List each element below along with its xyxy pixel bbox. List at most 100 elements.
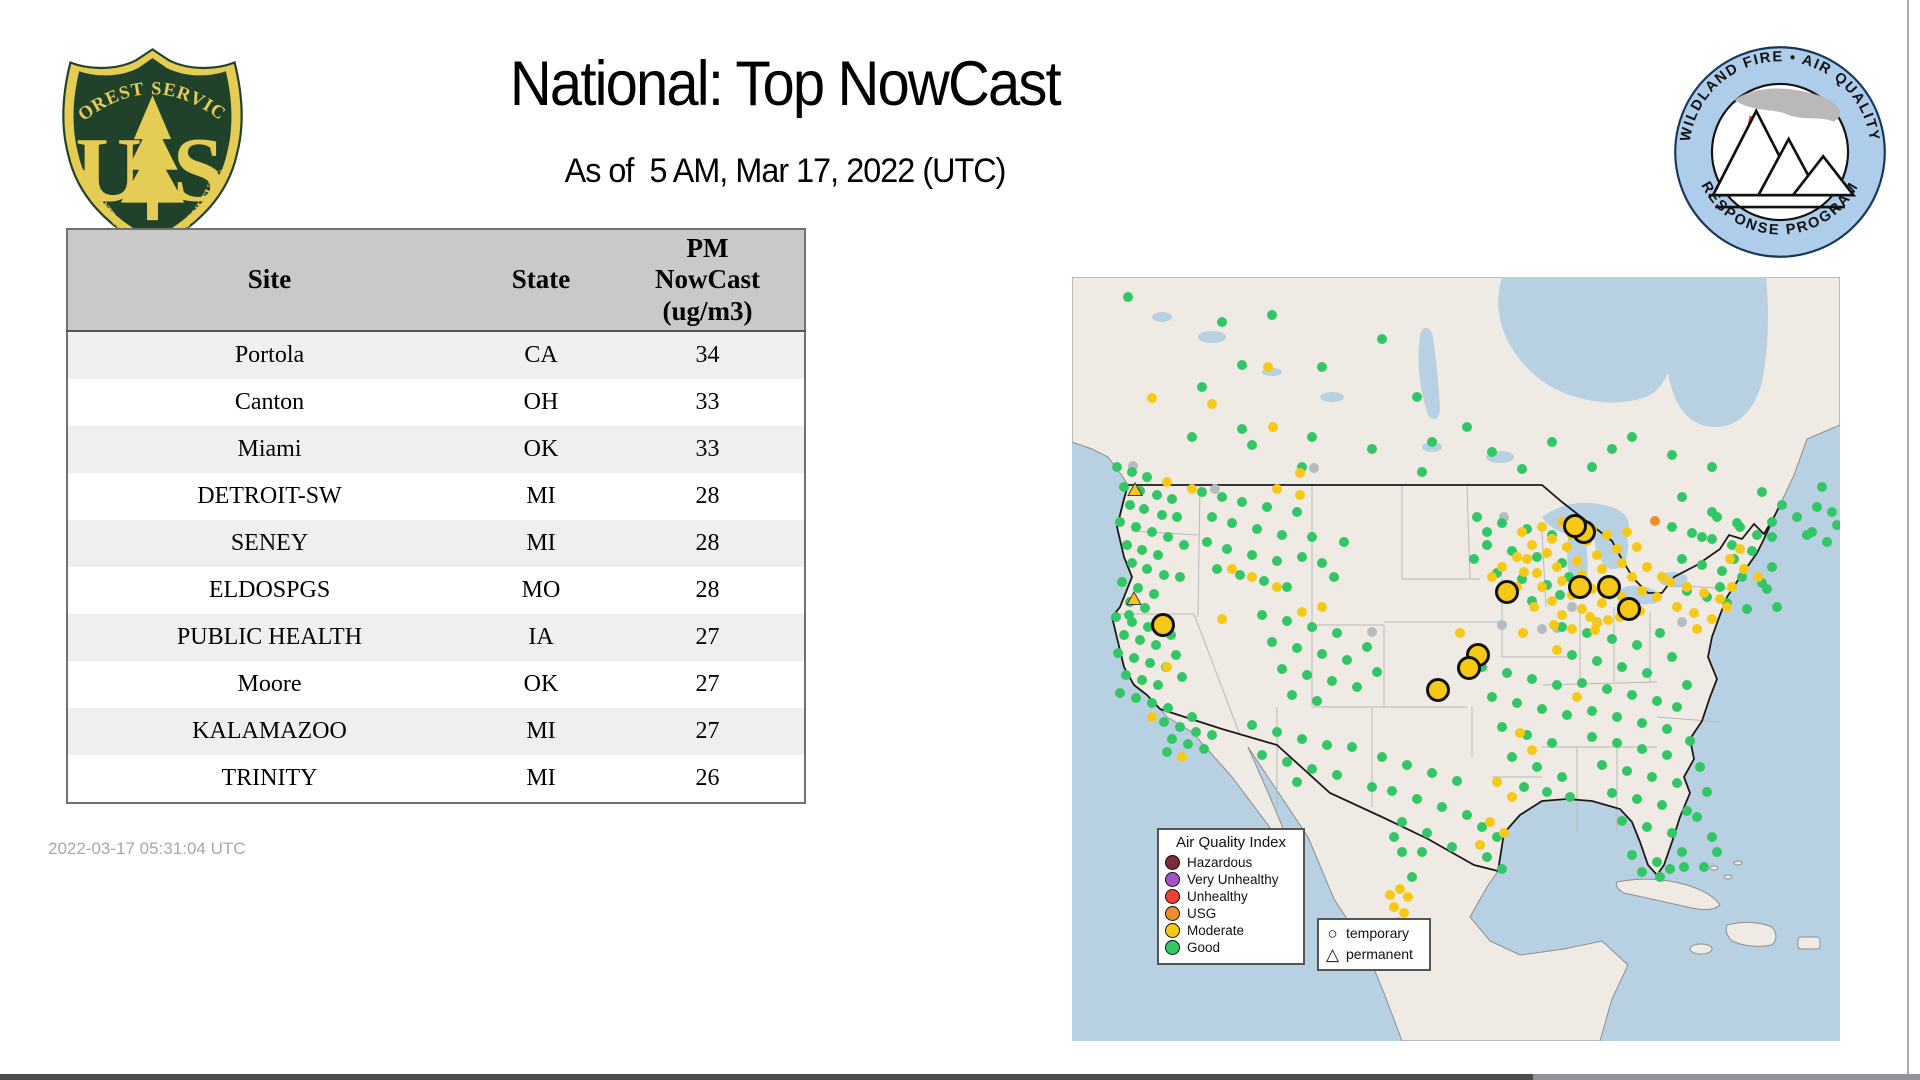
monitor-dot-moderate — [1652, 592, 1662, 602]
monitor-dot-unknown — [1677, 617, 1687, 627]
monitor-dot-moderate — [1389, 902, 1399, 912]
monitor-dot-good — [1412, 794, 1422, 804]
aqi-legend-item: Good — [1165, 940, 1297, 955]
top-nowcast-table: Site State PM NowCast (ug/m3) PortolaCA3… — [66, 228, 806, 804]
monitor-dot-moderate — [1268, 422, 1278, 432]
cell-pm-value: 34 — [611, 331, 805, 379]
cell-pm-value: 33 — [611, 426, 805, 473]
aqi-legend-title: Air Quality Index — [1165, 834, 1297, 851]
monitor-dot-good — [1652, 696, 1662, 706]
monitor-dot-good — [1257, 750, 1267, 760]
monitor-dot-good — [1679, 862, 1689, 872]
table-row: CantonOH33 — [67, 379, 805, 426]
monitor-dot-good — [1655, 872, 1665, 882]
aqi-color-dot-icon — [1165, 872, 1180, 887]
monitor-dot-moderate — [1725, 554, 1735, 564]
cell-state: MI — [471, 708, 611, 755]
monitor-dot-good — [1389, 832, 1399, 842]
monitor-dot-moderate — [1665, 577, 1675, 587]
monitor-dot-good — [1151, 640, 1161, 650]
monitor-dot-moderate — [1497, 562, 1507, 572]
monitor-dot-moderate — [1547, 596, 1557, 606]
monitor-dot-good — [1262, 502, 1272, 512]
monitor-dot-moderate — [1552, 562, 1562, 572]
monitor-dot-good — [1247, 550, 1257, 560]
monitor-dot-good — [1557, 772, 1567, 782]
monitor-dot-good — [1767, 562, 1777, 572]
aqi-legend-label: Hazardous — [1187, 855, 1252, 870]
monitor-dot-moderate — [1532, 568, 1542, 578]
monitor-dot-good — [1257, 610, 1267, 620]
monitor-dot-moderate — [1295, 490, 1305, 500]
monitor-dot-good — [1123, 292, 1133, 302]
monitor-dot-unknown — [1309, 463, 1319, 473]
monitor-dot-good — [1752, 530, 1762, 540]
aqi-color-dot-icon — [1165, 889, 1180, 904]
monitor-dot-good — [1472, 512, 1482, 522]
monitor-dot-good — [1125, 500, 1135, 510]
monitor-dot-moderate — [1542, 548, 1552, 558]
monitor-dot-good — [1277, 664, 1287, 674]
monitor-dot-good — [1617, 816, 1627, 826]
monitor-dot-good — [1417, 467, 1427, 477]
monitor-dot-moderate — [1735, 544, 1745, 554]
slide: FOREST SERVICE U S DEPARTMENT OF AGRICUL… — [0, 0, 1920, 1080]
monitor-dot-moderate — [1597, 564, 1607, 574]
monitor-dot-good — [1487, 447, 1497, 457]
aqi-map: Air Quality Index HazardousVery Unhealth… — [1072, 277, 1840, 1041]
table-row: ELDOSPGSMO28 — [67, 567, 805, 614]
cell-pm-value: 27 — [611, 708, 805, 755]
column-header-pm-nowcast: PM NowCast (ug/m3) — [611, 229, 805, 331]
cell-state: OH — [471, 379, 611, 426]
monitor-dot-good — [1235, 570, 1245, 580]
usfs-shield-icon: FOREST SERVICE U S DEPARTMENT OF AGRICUL… — [55, 45, 250, 253]
monitor-dot-good — [1607, 444, 1617, 454]
table-row: TRINITYMI26 — [67, 755, 805, 803]
monitor-dot-good — [1259, 576, 1269, 586]
monitor-dot-good — [1292, 777, 1302, 787]
monitor-dot-good — [1662, 724, 1672, 734]
monitor-dot-good — [1555, 590, 1565, 600]
page-subtitle: As of 5 AM, Mar 17, 2022 (UTC) — [565, 152, 1006, 191]
monitor-dot-moderate — [1272, 484, 1282, 494]
monitor-dot-moderate — [1162, 477, 1172, 487]
monitor-dot-good — [1487, 692, 1497, 702]
monitor-dot-moderate — [1317, 602, 1327, 612]
monitor-dot-moderate — [1692, 624, 1702, 634]
monitor-dot-good — [1702, 787, 1712, 797]
monitor-dot-good — [1329, 572, 1339, 582]
monitor-dot-good — [1417, 847, 1427, 857]
progress-bar-fill — [0, 1074, 1533, 1080]
aqi-legend-item: USG — [1165, 906, 1297, 921]
legend-row-permanent: △ permanent — [1325, 944, 1423, 965]
monitor-dot-good — [1652, 857, 1662, 867]
monitor-dot-moderate — [1395, 884, 1405, 894]
monitor-dot-good — [1362, 642, 1372, 652]
monitor-dot-good — [1482, 852, 1492, 862]
monitor-dot-moderate — [1689, 608, 1699, 618]
monitor-dot-good — [1367, 782, 1377, 792]
monitor-dot-good — [1287, 690, 1297, 700]
monitor-dot-good — [1602, 684, 1612, 694]
cell-state: OK — [471, 426, 611, 473]
monitor-dot-good — [1762, 584, 1772, 594]
monitor-dot-moderate — [1485, 817, 1495, 827]
monitor-dot-good — [1137, 545, 1147, 555]
monitor-dot-moderate — [1715, 594, 1725, 604]
monitor-dot-good — [1617, 662, 1627, 672]
monitor-dot-good — [1115, 688, 1125, 698]
monitor-dot-good — [1317, 362, 1327, 372]
cell-site: KALAMAZOO — [67, 708, 471, 755]
cell-state: MI — [471, 473, 611, 520]
cell-state: MI — [471, 520, 611, 567]
monitor-dot-good — [1317, 649, 1327, 659]
monitor-dot-good — [1567, 650, 1577, 660]
monitor-dot-good — [1117, 577, 1127, 587]
monitor-dot-good — [1667, 652, 1677, 662]
monitor-dot-good — [1685, 736, 1695, 746]
monitor-dot-moderate — [1263, 362, 1273, 372]
monitor-dot-moderate — [1507, 792, 1517, 802]
monitor-dot-moderate — [1177, 752, 1187, 762]
monitor-dot-good — [1637, 867, 1647, 877]
monitor-dot-good — [1282, 582, 1292, 592]
